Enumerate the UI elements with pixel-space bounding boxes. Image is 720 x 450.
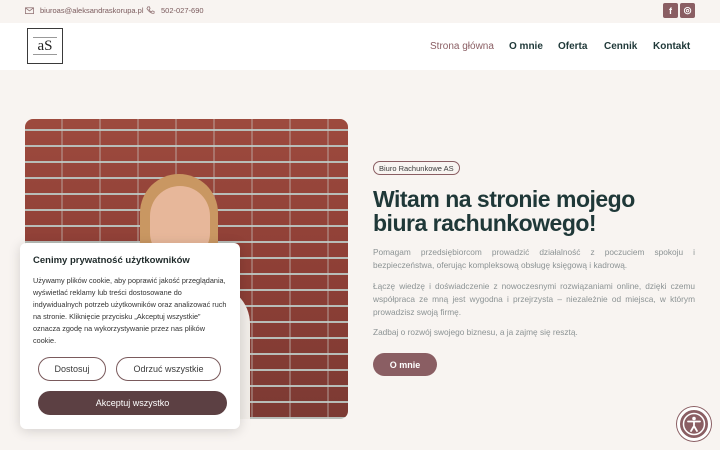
logo-divider xyxy=(33,54,57,55)
hero-title: Witam na stronie mojego biura rachunkowe… xyxy=(373,186,635,236)
facebook-icon: f xyxy=(669,5,672,16)
nav-item-about[interactable]: O mnie xyxy=(509,41,543,52)
instagram-link[interactable]: ◎ xyxy=(680,3,695,18)
nav-item-pricing[interactable]: Cennik xyxy=(604,41,637,52)
envelope-icon xyxy=(25,7,34,15)
nav-item-offer[interactable]: Oferta xyxy=(558,41,587,52)
email-text: biuroas@aleksandraskorupa.pl xyxy=(40,6,144,15)
about-me-button[interactable]: O mnie xyxy=(373,353,437,376)
cookie-consent-dialog: Cenimy prywatność użytkowników Używamy p… xyxy=(20,243,240,429)
nav-item-home[interactable]: Strona główna xyxy=(430,41,494,52)
hero-paragraph: Pomagam przedsiębiorcom prowadzić działa… xyxy=(373,247,695,270)
top-bar: biuroas@aleksandraskorupa.pl 502-027-690… xyxy=(0,0,720,23)
cookie-text: Używamy plików cookie, aby poprawić jako… xyxy=(33,276,227,346)
customize-cookies-button[interactable]: Dostosuj xyxy=(38,357,106,381)
cookie-title: Cenimy prywatność użytkowników xyxy=(33,255,190,266)
phone-text: 502-027-690 xyxy=(161,6,204,15)
hero-badge: Biuro Rachunkowe AS xyxy=(373,161,460,175)
logo-monogram: aS xyxy=(37,38,53,54)
instagram-icon: ◎ xyxy=(683,5,692,15)
hero-paragraph: Zadbaj o rozwój swojego biznesu, a ja za… xyxy=(373,327,578,337)
phone-icon xyxy=(146,6,155,14)
site-header: aS Strona główna O mnie Oferta Cennik Ko… xyxy=(0,23,720,70)
hero-paragraph: Łączę wiedzę i doświadczenie z nowoczesn… xyxy=(373,281,695,317)
facebook-link[interactable]: f xyxy=(663,3,678,18)
reject-all-button[interactable]: Odrzuć wszystkie xyxy=(116,357,221,381)
accept-all-button[interactable]: Akceptuj wszystko xyxy=(38,391,227,415)
site-logo[interactable]: aS xyxy=(27,28,63,64)
phone-contact[interactable]: 502-027-690 xyxy=(146,6,204,15)
accessibility-button[interactable] xyxy=(677,407,711,441)
accessibility-icon xyxy=(682,412,706,436)
nav-item-contact[interactable]: Kontakt xyxy=(653,41,690,52)
email-contact[interactable]: biuroas@aleksandraskorupa.pl xyxy=(25,6,144,15)
